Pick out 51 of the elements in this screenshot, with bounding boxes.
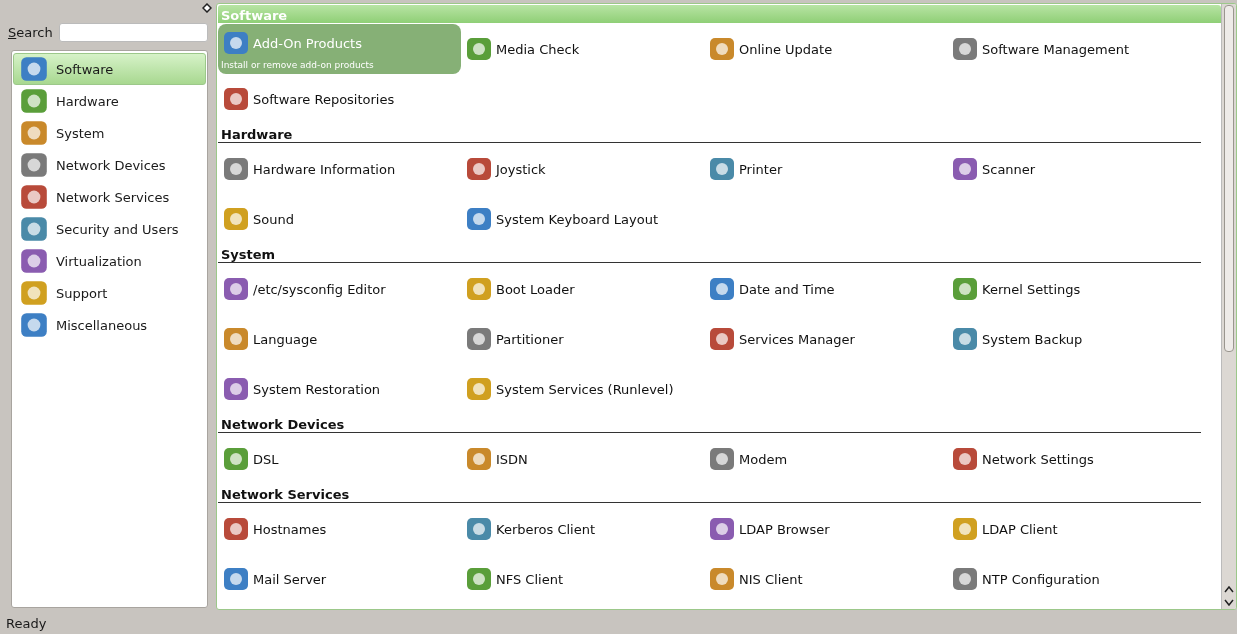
module-item[interactable]: Printer — [704, 144, 947, 194]
module-item[interactable]: NFS Client — [461, 554, 704, 604]
status-text: Ready — [6, 615, 47, 631]
diamond-icon[interactable] — [202, 3, 212, 13]
module-item[interactable]: Software Management — [947, 24, 1190, 74]
module-item[interactable]: System Keyboard Layout — [461, 194, 704, 244]
category-item[interactable]: Hardware — [13, 85, 206, 117]
module-item[interactable]: Kerberos Client — [461, 504, 704, 554]
module-item[interactable]: /etc/sysconfig Editor — [218, 264, 461, 314]
module-item[interactable]: Hostnames — [218, 504, 461, 554]
module-item[interactable]: Scanner — [947, 144, 1190, 194]
category-item[interactable]: Network Services — [13, 181, 206, 213]
section-header: System — [218, 244, 1201, 263]
module-item[interactable]: Language — [218, 314, 461, 364]
search-field[interactable] — [58, 23, 208, 42]
module-item[interactable]: Services Manager — [704, 314, 947, 364]
module-item[interactable]: Kernel Settings — [947, 264, 1190, 314]
module-item[interactable]: Modem — [704, 434, 947, 484]
module-item[interactable]: NIS Client — [704, 554, 947, 604]
section-header: Network Devices — [218, 414, 1201, 433]
module-item[interactable]: DSL — [218, 434, 461, 484]
module-item[interactable]: System Restoration — [218, 364, 461, 414]
module-item[interactable]: Date and Time — [704, 264, 947, 314]
category-item[interactable]: Security and Users — [13, 213, 206, 245]
module-item[interactable]: Joystick — [461, 144, 704, 194]
module-item[interactable]: Boot Loader — [461, 264, 704, 314]
module-item[interactable]: LDAP Browser — [704, 504, 947, 554]
module-item[interactable]: Software Repositories — [218, 74, 461, 124]
module-item[interactable]: Online Update — [704, 24, 947, 74]
section-header: Network Services — [218, 484, 1201, 503]
module-item[interactable]: Mail Server — [218, 554, 461, 604]
module-item[interactable]: Partitioner — [461, 314, 704, 364]
module-item[interactable]: NTP Configuration — [947, 554, 1190, 604]
module-item[interactable]: ISDN — [461, 434, 704, 484]
category-item[interactable]: Miscellaneous — [13, 309, 206, 341]
scrollbar[interactable] — [1221, 4, 1236, 609]
category-item[interactable]: Support — [13, 277, 206, 309]
section-header: Hardware — [218, 124, 1201, 143]
category-item[interactable]: System — [13, 117, 206, 149]
module-item[interactable]: Hardware Information — [218, 144, 461, 194]
module-item[interactable]: Media Check — [461, 24, 704, 74]
module-item[interactable]: Network Settings — [947, 434, 1190, 484]
module-item[interactable]: System Services (Runlevel) — [461, 364, 704, 414]
module-item[interactable]: Sound — [218, 194, 461, 244]
section-header: Software — [218, 5, 1221, 23]
module-item[interactable]: System Backup — [947, 314, 1190, 364]
module-item[interactable]: LDAP Client — [947, 504, 1190, 554]
category-item[interactable]: Software — [13, 53, 206, 85]
category-item[interactable]: Virtualization — [13, 245, 206, 277]
category-item[interactable]: Network Devices — [13, 149, 206, 181]
search-label: Search — [8, 25, 53, 40]
